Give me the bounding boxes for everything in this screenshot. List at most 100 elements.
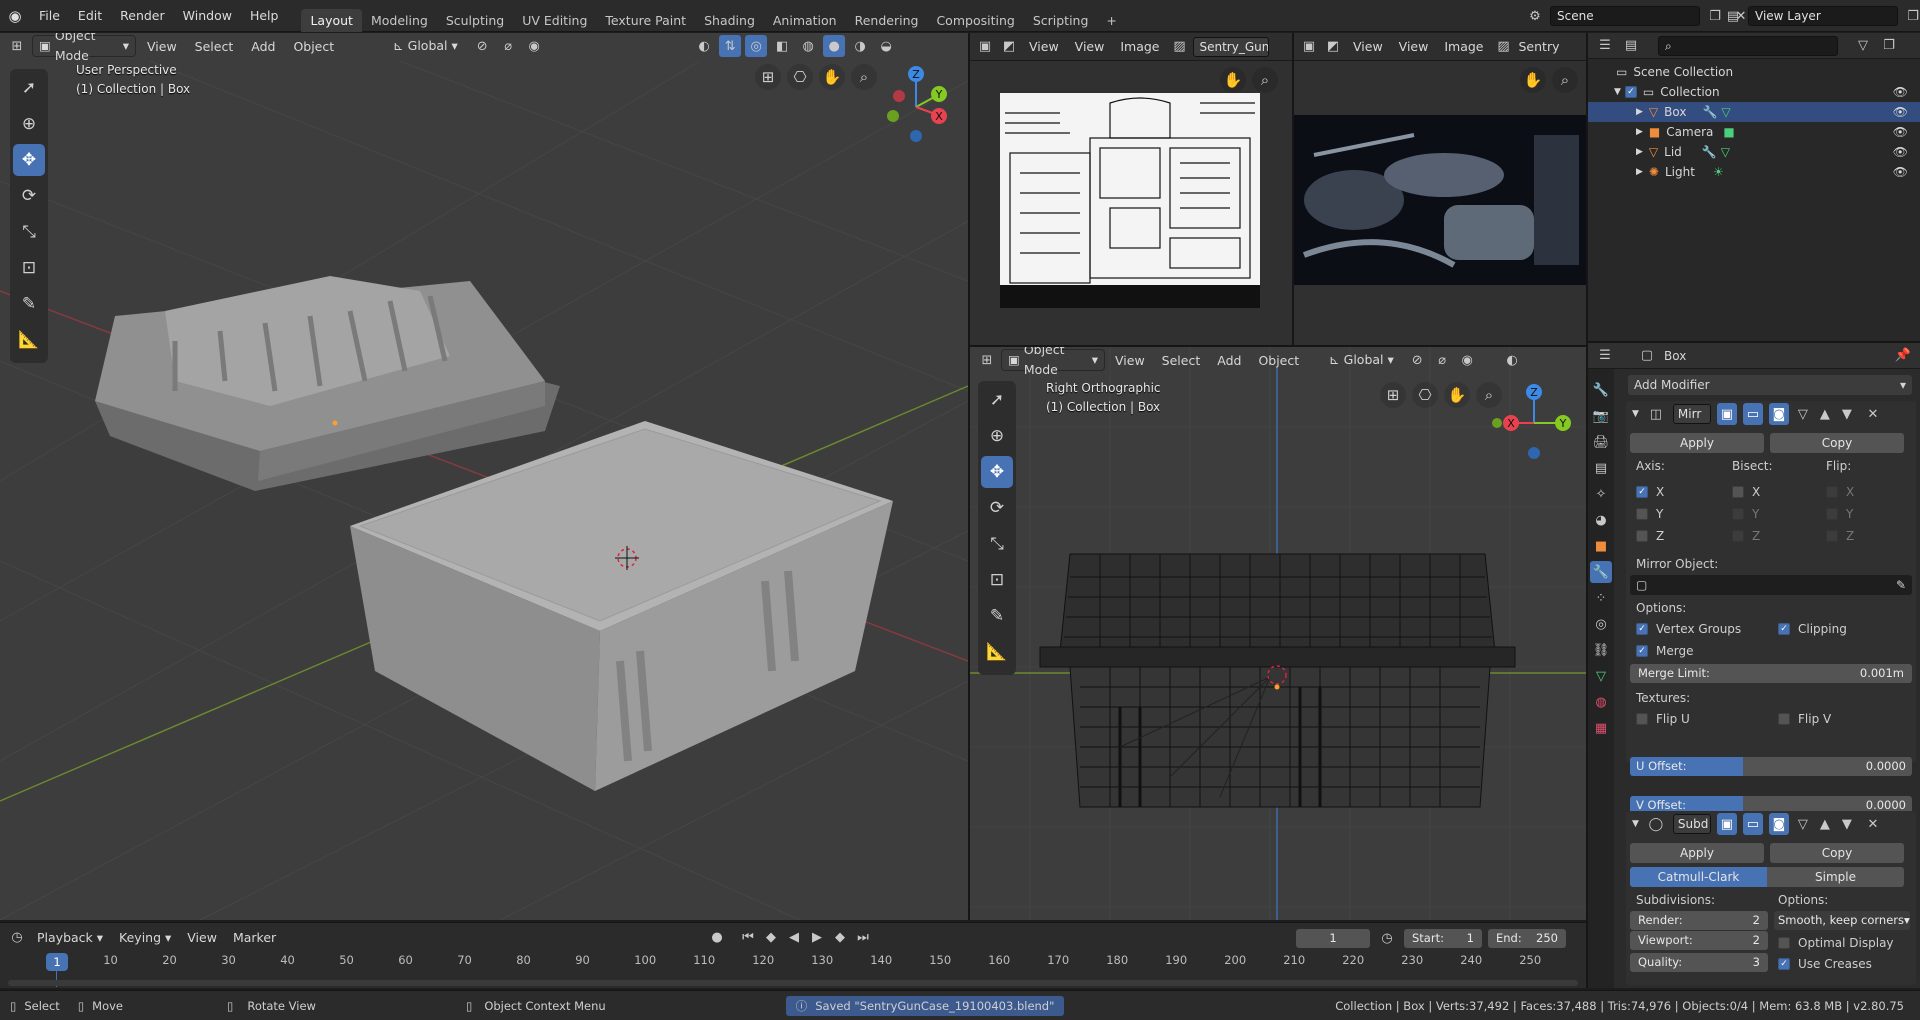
checkbox[interactable]: ✓ bbox=[1636, 623, 1648, 635]
menu-image[interactable]: Image bbox=[1113, 36, 1166, 57]
particles-tab-icon[interactable]: ⁘ bbox=[1590, 587, 1612, 609]
outliner-row-scene-collection[interactable]: ▭ Scene Collection bbox=[1588, 62, 1920, 82]
edit-mode-toggle-icon[interactable]: ▣ bbox=[1716, 403, 1737, 425]
area-divider[interactable] bbox=[1292, 33, 1294, 345]
tab-sculpting[interactable]: Sculpting bbox=[437, 9, 513, 32]
outliner-search-input[interactable]: ⌕ bbox=[1658, 35, 1838, 56]
pin-icon[interactable]: 📌 bbox=[1892, 345, 1914, 367]
object-tab-icon[interactable]: ■ bbox=[1590, 535, 1612, 557]
cage-toggle-icon[interactable]: ▽ bbox=[1795, 813, 1811, 835]
outliner-row-light[interactable]: ▶ ✺ Light ☀ 👁 bbox=[1588, 162, 1920, 182]
menu-object[interactable]: Object bbox=[1251, 350, 1306, 371]
camera-view-icon[interactable]: ⎔ bbox=[787, 64, 813, 90]
menu-select[interactable]: Select bbox=[1155, 350, 1208, 371]
checkbox[interactable] bbox=[1778, 713, 1790, 725]
close-icon[interactable]: ✕ bbox=[1865, 813, 1881, 835]
menu-view[interactable]: View bbox=[1392, 36, 1436, 57]
checkbox[interactable] bbox=[1826, 508, 1838, 520]
outliner-row-box[interactable]: ▶ ▽ Box 🔧 ▽ 👁 bbox=[1588, 102, 1920, 122]
cursor-icon[interactable]: ⊕ bbox=[981, 420, 1013, 452]
eye-icon[interactable]: 👁 bbox=[1893, 85, 1908, 99]
orientation-dropdown[interactable]: ⊾ Global ▾ bbox=[1323, 349, 1403, 371]
copy-button[interactable]: Copy bbox=[1770, 843, 1904, 863]
scene-icon[interactable]: ⚙ bbox=[1524, 5, 1546, 27]
rendered-shading-icon[interactable]: ◒ bbox=[875, 35, 897, 57]
world-tab-icon[interactable]: ◕ bbox=[1590, 509, 1612, 531]
move-up-icon[interactable]: ▲ bbox=[1817, 403, 1833, 425]
timeline-scrollbar[interactable] bbox=[8, 980, 1578, 986]
quality-field[interactable]: Quality: 3 bbox=[1630, 953, 1768, 972]
output-tab-icon[interactable]: 🖨 bbox=[1590, 431, 1612, 453]
material-shading-icon[interactable]: ◑ bbox=[849, 35, 871, 57]
tab-compositing[interactable]: Compositing bbox=[927, 9, 1023, 32]
menu-select[interactable]: Select bbox=[188, 36, 241, 57]
timeline-ruler[interactable]: 10 20 30 40 50 60 70 80 90 100 110 120 130 140 150 160 1… bbox=[8, 953, 1578, 977]
image-editor-2[interactable]: ▣ ◩ View View Image ▨ Sentry ✋ ⌕ bbox=[1294, 33, 1586, 345]
menu-add[interactable]: Add bbox=[1210, 350, 1248, 371]
new-view-layer-icon[interactable]: ❐ bbox=[1902, 5, 1920, 27]
chevron-right-icon[interactable]: ▶ bbox=[1636, 107, 1643, 117]
image-browse-icon[interactable]: ▨ bbox=[1493, 36, 1515, 58]
move-up-icon[interactable]: ▲ bbox=[1817, 813, 1833, 835]
outliner-row-camera[interactable]: ▶ ■ Camera ■ 👁 bbox=[1588, 122, 1920, 142]
snap-icon[interactable]: ⌀ bbox=[1431, 349, 1453, 371]
menu-view-mode[interactable]: View bbox=[1346, 36, 1390, 57]
pan-hand-icon[interactable]: ✋ bbox=[1520, 67, 1546, 93]
play-icon[interactable]: ▶ bbox=[806, 926, 828, 948]
modifier-wrench-icon[interactable]: 🔧 bbox=[1702, 105, 1717, 119]
checkbox[interactable]: ✓ bbox=[1778, 958, 1790, 970]
vertex-groups-toggle[interactable]: ✓ Vertex Groups bbox=[1636, 619, 1741, 639]
texture-tab-icon[interactable]: ▦ bbox=[1590, 717, 1612, 739]
transform-tool-icon[interactable]: ⊡ bbox=[981, 564, 1013, 596]
move-down-icon[interactable]: ▼ bbox=[1839, 813, 1855, 835]
status-report[interactable]: ⓘ Saved "SentryGunCase_19100403.blend" bbox=[785, 995, 1065, 1016]
annotate-tool-icon[interactable]: ✎ bbox=[13, 288, 45, 320]
menu-render[interactable]: Render bbox=[111, 8, 174, 23]
playhead-frame[interactable]: 1 bbox=[46, 953, 68, 971]
menu-view[interactable]: View bbox=[1068, 36, 1112, 57]
checkbox[interactable] bbox=[1732, 508, 1744, 520]
prev-keyframe-icon[interactable]: ◆ bbox=[760, 926, 782, 948]
catmull-clark-button[interactable]: Catmull-Clark bbox=[1630, 867, 1767, 887]
grid-view-icon[interactable]: ⊞ bbox=[755, 64, 781, 90]
move-tool-icon[interactable]: ✥ bbox=[981, 456, 1013, 488]
simple-button[interactable]: Simple bbox=[1767, 867, 1904, 887]
view-mode-icon[interactable]: ◩ bbox=[1322, 36, 1344, 58]
wireframe-shading-icon[interactable]: ◍ bbox=[797, 35, 819, 57]
move-tool-icon[interactable]: ✥ bbox=[13, 144, 45, 176]
tab-shading[interactable]: Shading bbox=[695, 9, 764, 32]
play-reverse-icon[interactable]: ◀ bbox=[783, 926, 805, 948]
box-object[interactable] bbox=[350, 421, 893, 791]
menu-edit[interactable]: Edit bbox=[69, 8, 111, 23]
scale-tool-icon[interactable]: ⤡ bbox=[13, 216, 45, 248]
checkbox[interactable] bbox=[1826, 486, 1838, 498]
menu-image[interactable]: Image bbox=[1437, 36, 1490, 57]
visibility-icon[interactable]: ◐ bbox=[1501, 349, 1523, 371]
view-layer-field[interactable]: View Layer bbox=[1748, 6, 1898, 26]
navigation-gizmo[interactable]: Z Y X bbox=[1492, 381, 1572, 461]
scene-field[interactable]: Scene bbox=[1550, 6, 1700, 26]
flip-y-toggle[interactable]: Y bbox=[1826, 503, 1854, 525]
mirror-object-field[interactable]: ▢ ✎ bbox=[1630, 575, 1912, 595]
mode-dropdown[interactable]: ▣ Object Mode ▾ bbox=[32, 33, 136, 63]
proportional-edit-icon[interactable]: ◉ bbox=[523, 35, 545, 57]
merge-limit-field[interactable]: Merge Limit: 0.001m bbox=[1630, 664, 1912, 683]
select-box-icon[interactable]: ➚ bbox=[13, 72, 45, 104]
image-browse-icon[interactable]: ▨ bbox=[1169, 36, 1191, 58]
chevron-right-icon[interactable]: ▶ bbox=[1636, 167, 1643, 177]
eye-icon[interactable]: 👁 bbox=[1893, 125, 1908, 139]
visibility-icon[interactable]: ◐ bbox=[693, 35, 715, 57]
copy-button[interactable]: Copy bbox=[1770, 433, 1904, 453]
viewport-levels-field[interactable]: Viewport: 2 bbox=[1630, 931, 1768, 950]
viewport-left[interactable]: ⊞ ▣ Object Mode ▾ View Select Add Object ⊾… bbox=[0, 33, 968, 920]
tab-animation[interactable]: Animation bbox=[764, 9, 846, 32]
menu-view[interactable]: View bbox=[1108, 350, 1152, 371]
view-mode-icon[interactable]: ◩ bbox=[998, 36, 1020, 58]
render-toggle-icon[interactable]: ◙ bbox=[1768, 403, 1789, 425]
viewport-right[interactable]: ⊞ ▣ Object Mode ▾ View Select Add Object ⊾… bbox=[970, 347, 1586, 920]
physics-tab-icon[interactable]: ◎ bbox=[1590, 613, 1612, 635]
outliner-row-collection[interactable]: ▼ ✓ ▭ Collection 👁 bbox=[1588, 82, 1920, 102]
blender-logo-icon[interactable]: ◉ bbox=[0, 7, 30, 25]
chevron-right-icon[interactable]: ▶ bbox=[1636, 127, 1643, 137]
flip-x-toggle[interactable]: X bbox=[1826, 481, 1854, 503]
